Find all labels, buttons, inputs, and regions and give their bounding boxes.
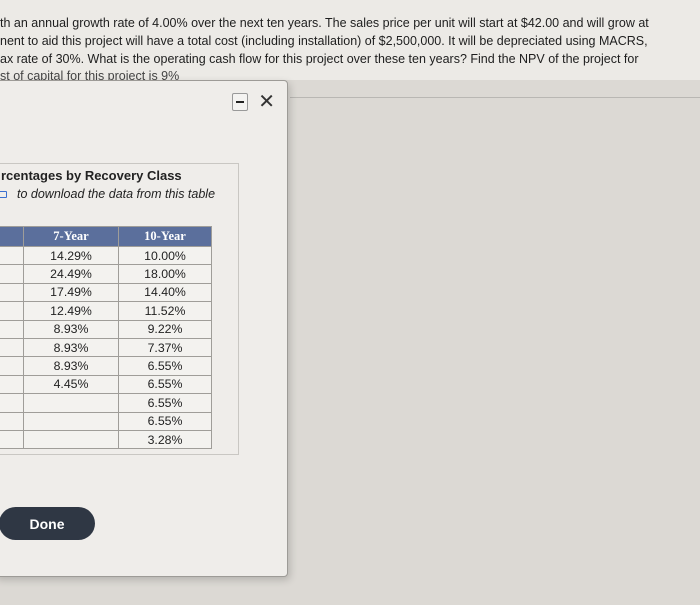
download-icon[interactable]	[0, 190, 7, 198]
table-row: 17.49% 14.40%	[0, 282, 212, 303]
table-cell	[0, 393, 24, 413]
divider	[290, 97, 700, 98]
table-cell: 4.45%	[23, 374, 119, 395]
recovery-table-panel: rcentages by Recovery Class to download …	[0, 163, 239, 455]
table-cell	[23, 429, 119, 450]
table-cell	[23, 393, 119, 413]
table-cell: 14.29%	[23, 245, 119, 266]
table-cell: 9.22%	[118, 319, 212, 339]
table-cell: 3.28%	[118, 429, 212, 450]
table-cell	[0, 264, 24, 284]
recovery-table: 7-Year 10-Year 14.29% 10.00% 24.49% 18.00% 1…	[0, 226, 212, 450]
table-cell: 17.49%	[23, 282, 119, 303]
minimize-icon[interactable]	[232, 93, 249, 111]
table-cell: 14.40%	[118, 282, 212, 303]
panel-title: rcentages by Recovery Class	[1, 168, 182, 183]
table-cell	[0, 356, 24, 376]
table-cell	[0, 429, 24, 450]
column-header-7-year: 7-Year	[23, 226, 119, 247]
table-cell: 8.93%	[23, 356, 119, 376]
done-button[interactable]: Done	[0, 507, 95, 540]
table-cell: 6.55%	[118, 374, 212, 395]
table-cell	[0, 245, 24, 266]
table-cell	[0, 301, 24, 321]
table-row: 12.49% 11.52%	[0, 301, 212, 321]
column-header-10-year: 10-Year	[118, 226, 212, 247]
table-cell	[0, 374, 24, 395]
download-link[interactable]: to download the data from this table	[0, 187, 216, 201]
table-row: 4.45% 6.55%	[0, 374, 212, 395]
table-cell: 8.93%	[23, 319, 119, 339]
question-line-2: nent to aid this project will have a tot…	[0, 34, 648, 48]
table-cell	[0, 282, 24, 303]
table-cell: 6.55%	[118, 356, 212, 376]
table-cell: 10.00%	[118, 245, 212, 266]
table-cell	[0, 337, 24, 358]
close-icon[interactable]: ✕	[258, 92, 275, 112]
table-cell: 8.93%	[23, 337, 119, 358]
table-header-row: 7-Year 10-Year	[0, 226, 212, 247]
question-text: th an annual growth rate of 4.00% over t…	[0, 0, 700, 83]
question-line-3: ax rate of 30%. What is the operating ca…	[0, 52, 639, 66]
table-row: 6.55%	[0, 393, 212, 413]
table-cell: 7.37%	[118, 337, 212, 358]
table-row: 8.93% 9.22%	[0, 319, 212, 339]
table-row: 3.28%	[0, 429, 212, 450]
table-cell	[0, 319, 24, 339]
table-cell: 11.52%	[118, 301, 212, 321]
table-body: 14.29% 10.00% 24.49% 18.00% 17.49% 14.40% 12.4…	[0, 245, 212, 450]
table-row: 24.49% 18.00%	[0, 264, 212, 284]
download-text: to download the data from this table	[17, 187, 216, 201]
table-row: 14.29% 10.00%	[0, 245, 212, 266]
table-row: 6.55%	[0, 411, 212, 431]
table-cell: 18.00%	[118, 264, 212, 284]
table-cell: 6.55%	[118, 411, 212, 431]
macrs-modal: ✕ rcentages by Recovery Class to downloa…	[0, 80, 288, 577]
question-line-1: th an annual growth rate of 4.00% over t…	[0, 16, 649, 30]
table-cell: 24.49%	[23, 264, 119, 284]
table-cell	[23, 411, 119, 431]
table-cell: 6.55%	[118, 393, 212, 413]
modal-controls: ✕	[232, 92, 275, 112]
table-cell	[0, 411, 24, 431]
table-row: 8.93% 6.55%	[0, 356, 212, 376]
table-row: 8.93% 7.37%	[0, 337, 212, 358]
table-cell: 12.49%	[23, 301, 119, 321]
column-header	[0, 226, 24, 247]
